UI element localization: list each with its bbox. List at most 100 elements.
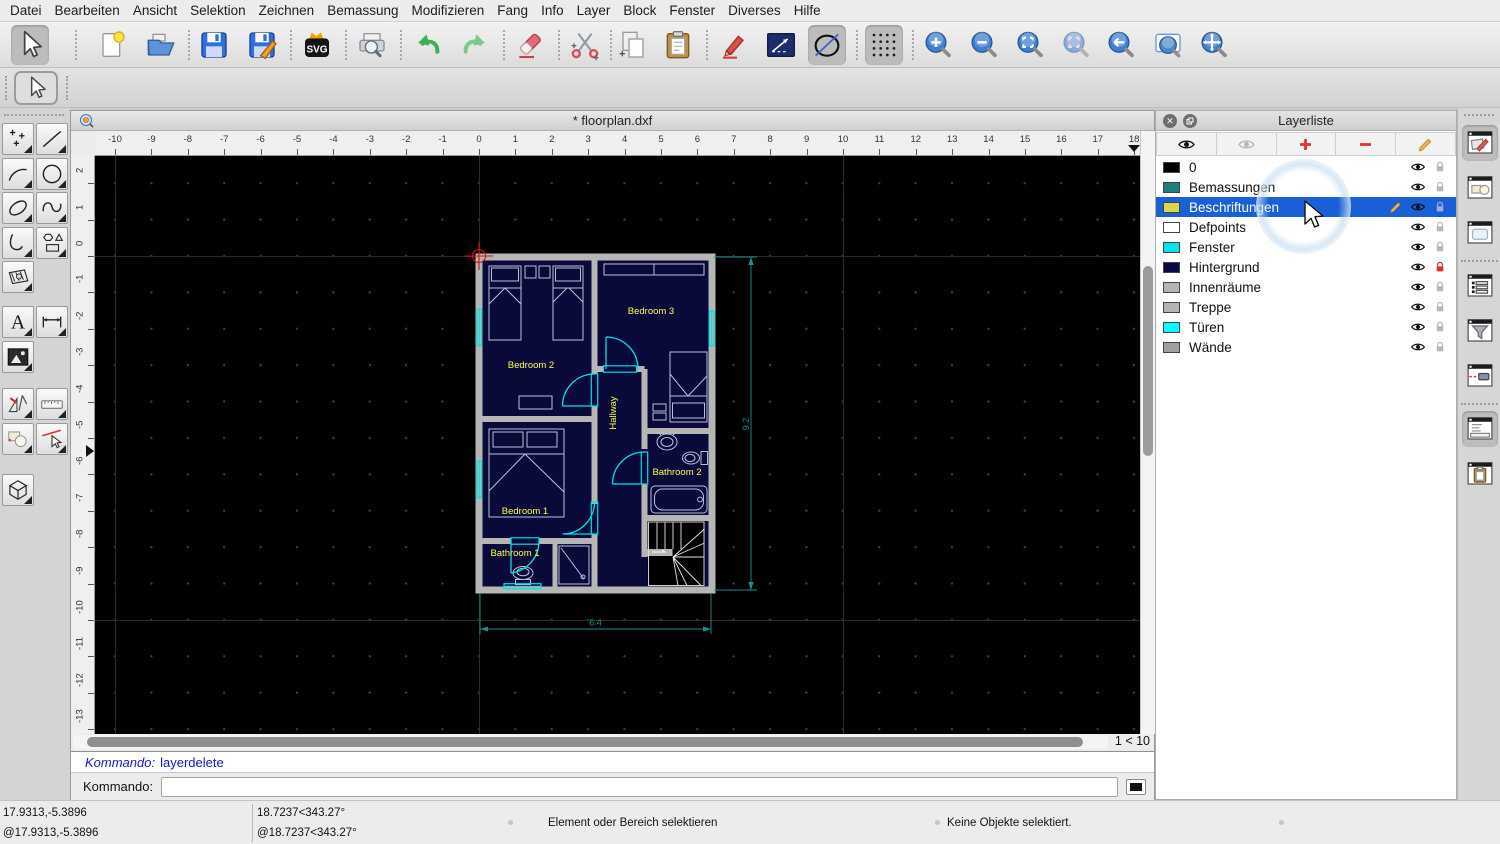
layer-visibility-toggle[interactable] [1410,179,1426,195]
dock-entity-list-button[interactable] [1462,268,1498,304]
layer-lock-toggle[interactable] [1432,219,1448,235]
print-preview-button[interactable] [353,25,391,65]
dock-drag-handle[interactable] [1464,114,1494,116]
zoom-in-button[interactable] [919,25,957,65]
document-titlebar[interactable]: * floorplan.dxf [71,111,1154,131]
layer-color-swatch[interactable] [1163,261,1180,273]
drawing-canvas[interactable]: Bedroom 2 Bedroom 3 Hallway Bedroom 1 Ba… [95,156,1140,734]
cut-button[interactable] [566,25,604,65]
draw-points-button[interactable] [2,123,34,155]
draw-spline-button[interactable] [36,192,68,225]
redo-button[interactable] [456,25,494,65]
copy-button[interactable] [614,25,652,65]
layer-lock-toggle[interactable] [1432,239,1448,255]
draw-dimension-button[interactable] [36,306,68,338]
layer-lock-toggle[interactable] [1432,299,1448,315]
layer-lock-toggle[interactable] [1432,159,1448,175]
layer-color-swatch[interactable] [1163,341,1180,353]
open-file-button[interactable] [142,25,180,65]
add-layer-button[interactable] [1276,132,1337,156]
zoom-window-button[interactable] [1149,25,1187,65]
menu-item-fenster[interactable]: Fenster [669,3,715,18]
layer-row-beschriftungen[interactable]: Beschriftungen [1156,197,1456,217]
menu-item-selektion[interactable]: Selektion [190,3,246,18]
toolbar-drag-handle[interactable] [5,76,9,100]
draw-shapes-button[interactable] [36,226,68,259]
layer-row-innenräume[interactable]: Innenräume [1156,277,1456,297]
layer-row-bemassungen[interactable]: Bemassungen [1156,177,1456,197]
draw-ellipse-button[interactable] [2,192,34,225]
command-input[interactable] [161,776,1118,797]
tool-order-button[interactable] [2,422,34,455]
draw-text-button[interactable]: A [2,306,34,338]
horizontal-scrollbar[interactable] [73,735,1108,749]
draw-polyline-button[interactable] [2,226,34,259]
layer-row-0[interactable]: 0 [1156,157,1456,177]
dock-library-button[interactable] [1462,215,1498,251]
menu-item-info[interactable]: Info [541,3,564,18]
menu-item-zeichnen[interactable]: Zeichnen [259,3,315,18]
palette-drag-handle[interactable] [4,114,64,116]
draw-circle-button[interactable] [36,157,68,190]
layer-visibility-toggle[interactable] [1410,199,1426,215]
layer-visibility-toggle[interactable] [1410,219,1426,235]
layer-color-swatch[interactable] [1163,221,1180,233]
draw-arc-button[interactable] [2,157,34,190]
layer-visibility-toggle[interactable] [1410,239,1426,255]
menu-item-diverses[interactable]: Diverses [728,3,781,18]
layer-color-swatch[interactable] [1163,181,1180,193]
keyboard-toggle-button[interactable] [1126,778,1146,795]
layer-visibility-toggle[interactable] [1410,339,1426,355]
layer-lock-toggle[interactable] [1432,319,1448,335]
hide-all-layers-button[interactable] [1216,132,1277,156]
draw-pencil-button[interactable] [714,25,752,65]
layer-color-swatch[interactable] [1163,201,1180,213]
menu-item-bemassung[interactable]: Bemassung [327,3,398,18]
zoom-auto-button[interactable] [1011,25,1049,65]
layer-row-wände[interactable]: Wände [1156,337,1456,357]
layer-lock-toggle[interactable] [1432,339,1448,355]
remove-layer-button[interactable] [1336,132,1397,156]
layer-visibility-toggle[interactable] [1410,299,1426,315]
layer-row-fenster[interactable]: Fenster [1156,237,1456,257]
layer-lock-toggle[interactable] [1432,279,1448,295]
save-button[interactable] [195,25,233,65]
layer-visibility-toggle[interactable] [1410,159,1426,175]
draw-hatch-button[interactable] [2,261,34,294]
view-3d-button[interactable] [2,474,34,507]
menu-item-bearbeiten[interactable]: Bearbeiten [55,3,120,18]
zoom-pan-button[interactable] [1195,25,1233,65]
new-file-button[interactable] [94,25,132,65]
layer-row-defpoints[interactable]: Defpoints [1156,217,1456,237]
zoom-out-button[interactable] [965,25,1003,65]
edit-layer-button[interactable] [1396,132,1456,156]
layer-row-treppe[interactable]: Treppe [1156,297,1456,317]
layer-visibility-toggle[interactable] [1410,259,1426,275]
tool-measure-button[interactable] [36,388,68,421]
layer-row-türen[interactable]: Türen [1156,317,1456,337]
vertical-scrollbar-thumb[interactable] [1143,266,1153,456]
tool-misc-button[interactable] [2,388,34,421]
zoom-back-button[interactable] [1102,25,1140,65]
layer-color-swatch[interactable] [1163,301,1180,313]
layer-visibility-toggle[interactable] [1410,319,1426,335]
layer-row-hintergrund[interactable]: Hintergrund [1156,257,1456,277]
toolbar-drag-handle[interactable] [66,76,70,100]
eraser-button[interactable] [511,25,549,65]
show-all-layers-button[interactable] [1156,132,1217,156]
layer-lock-toggle[interactable] [1432,199,1448,215]
layer-lock-toggle[interactable] [1432,179,1448,195]
layer-color-swatch[interactable] [1163,161,1180,173]
layer-lock-toggle[interactable] [1432,259,1448,275]
menu-item-datei[interactable]: Datei [10,3,42,18]
undo-button[interactable] [409,25,447,65]
snap-grid-button[interactable] [865,25,903,65]
save-as-button[interactable] [243,25,281,65]
paste-button[interactable] [659,25,697,65]
edit-layer-icon[interactable] [1388,199,1404,215]
vertical-scrollbar[interactable] [1140,131,1155,734]
dock-pen-palette-button[interactable] [1462,358,1498,394]
layer-color-swatch[interactable] [1163,241,1180,253]
menu-item-ansicht[interactable]: Ansicht [133,3,177,18]
svg-export-button[interactable]: SVG [298,25,336,65]
